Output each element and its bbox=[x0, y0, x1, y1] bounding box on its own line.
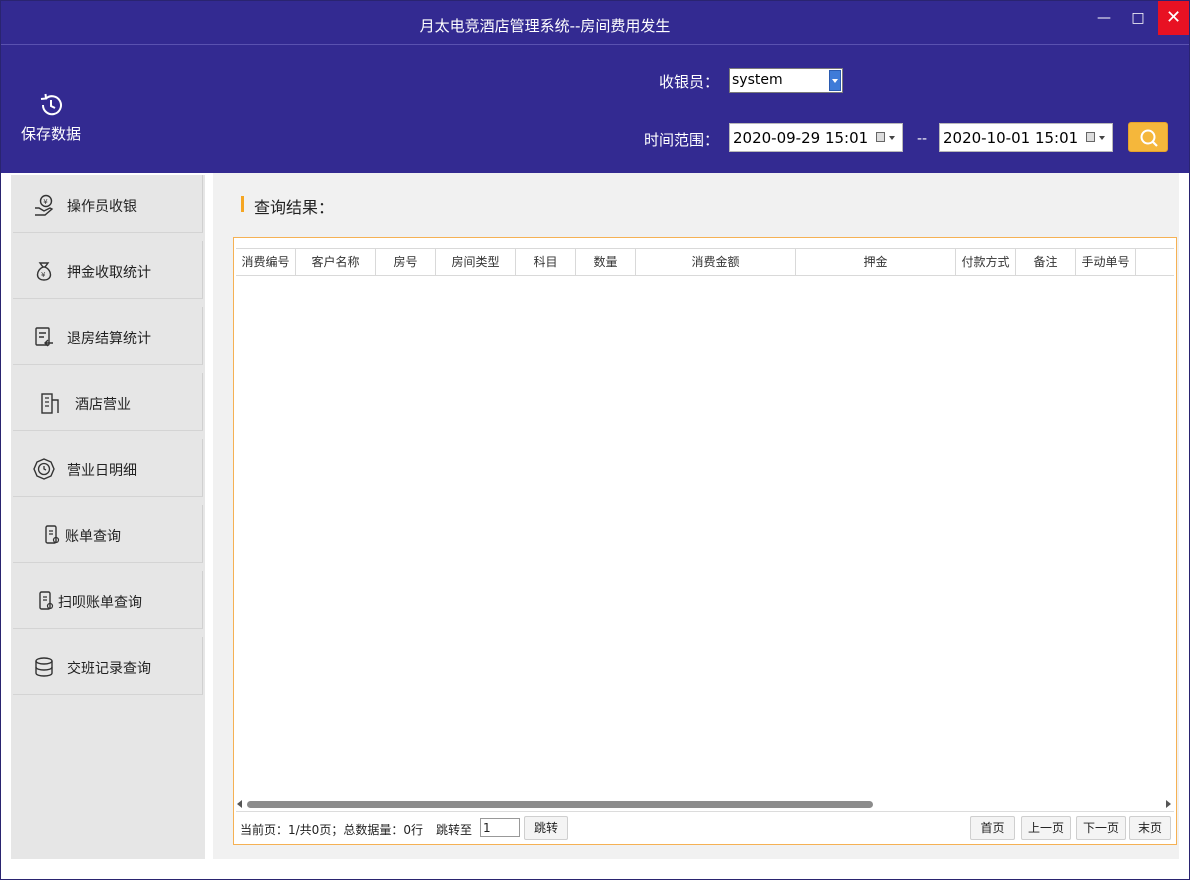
column-header[interactable]: 消费编号 bbox=[236, 249, 296, 276]
column-header[interactable]: 手动单号 bbox=[1076, 249, 1136, 276]
calendar-dropdown-icon[interactable] bbox=[1086, 132, 1106, 144]
sidebar-menu: ¥ 操作员收银 ¥ 押金收取统计 退房结算统计 酒店营业 营业日明细 账单查询 … bbox=[11, 175, 205, 859]
svg-text:¥: ¥ bbox=[43, 198, 48, 206]
column-header[interactable]: 备注 bbox=[1016, 249, 1076, 276]
column-header[interactable]: 押金 bbox=[796, 249, 956, 276]
column-header[interactable]: 房间类型 bbox=[436, 249, 516, 276]
jump-button[interactable]: 跳转 bbox=[524, 816, 568, 840]
sidebar-item-label: 退房结算统计 bbox=[67, 331, 151, 347]
close-button[interactable]: ✕ bbox=[1158, 1, 1189, 35]
sidebar-item-label: 押金收取统计 bbox=[67, 265, 151, 281]
hand-yen-icon: ¥ bbox=[35, 194, 54, 216]
main-panel: 查询结果： 消费编号 客户名称 房号 房间类型 科目 数量 消费金额 押金 付款… bbox=[213, 173, 1179, 859]
cashier-value: system bbox=[732, 72, 783, 88]
prev-page-button[interactable]: 上一页 bbox=[1021, 816, 1071, 840]
column-header[interactable]: 消费金额 bbox=[636, 249, 796, 276]
save-data-label: 保存数据 bbox=[20, 125, 81, 143]
page-info: 当前页：1/共0页；总数据量：0行 bbox=[240, 823, 423, 837]
query-result-title: 查询结果： bbox=[254, 198, 335, 217]
sidebar-item-label: 交班记录查询 bbox=[67, 661, 151, 677]
jump-page-input[interactable]: 1 bbox=[480, 818, 520, 837]
column-header[interactable]: 客户名称 bbox=[296, 249, 376, 276]
search-button[interactable] bbox=[1128, 122, 1168, 152]
horizontal-scrollbar[interactable] bbox=[236, 797, 1174, 811]
money-bag-icon: ¥ bbox=[36, 262, 52, 281]
svg-text:¥: ¥ bbox=[41, 271, 46, 279]
calendar-dropdown-icon[interactable] bbox=[876, 132, 896, 144]
cashier-label: 收银员： bbox=[659, 73, 720, 91]
sidebar-item-label: 扫呗账单查询 bbox=[58, 595, 142, 611]
time-range-label: 时间范围： bbox=[644, 131, 720, 149]
table-header: 消费编号 客户名称 房号 房间类型 科目 数量 消费金额 押金 付款方式 备注 … bbox=[236, 248, 1174, 276]
sidebar-item-scan-bill-query[interactable]: 扫呗账单查询 bbox=[13, 571, 203, 629]
minimize-button[interactable]: — bbox=[1089, 1, 1119, 35]
jump-to-label: 跳转至 bbox=[436, 823, 473, 837]
scroll-left-icon[interactable] bbox=[237, 800, 242, 808]
scan-bill-icon bbox=[39, 591, 54, 610]
column-header[interactable]: 科目 bbox=[516, 249, 576, 276]
app-window: 月太电竞酒店管理系统--房间费用发生 — □ ✕ 保存数据 收银员： syste… bbox=[0, 0, 1190, 880]
search-icon bbox=[1140, 129, 1158, 147]
first-page-button[interactable]: 首页 bbox=[970, 816, 1015, 840]
save-data-button[interactable]: 保存数据 bbox=[13, 91, 89, 144]
sidebar-item-shift-records[interactable]: 交班记录查询 bbox=[13, 637, 203, 695]
building-icon bbox=[41, 393, 59, 414]
database-icon bbox=[35, 657, 53, 677]
start-datetime-picker[interactable]: 2020-09-29 15:01 bbox=[729, 123, 903, 152]
column-header[interactable]: 付款方式 bbox=[956, 249, 1016, 276]
scroll-right-icon[interactable] bbox=[1166, 800, 1171, 808]
header-bar: 月太电竞酒店管理系统--房间费用发生 — □ ✕ 保存数据 收银员： syste… bbox=[1, 1, 1189, 173]
bill-return-icon bbox=[35, 327, 53, 347]
chevron-down-icon[interactable] bbox=[829, 70, 841, 91]
phone-bill-icon bbox=[45, 525, 60, 544]
sidebar: ¥ 操作员收银 ¥ 押金收取统计 退房结算统计 酒店营业 营业日明细 账单查询 … bbox=[1, 173, 211, 879]
cashier-select[interactable]: system bbox=[729, 68, 843, 93]
result-table: 消费编号 客户名称 房号 房间类型 科目 数量 消费金额 押金 付款方式 备注 … bbox=[233, 237, 1177, 845]
sidebar-item-operator-cashier[interactable]: ¥ 操作员收银 bbox=[13, 175, 203, 233]
sidebar-item-daily-detail[interactable]: 营业日明细 bbox=[13, 439, 203, 497]
history-icon bbox=[40, 93, 62, 116]
section-accent-bar bbox=[241, 196, 244, 212]
window-title: 月太电竞酒店管理系统--房间费用发生 bbox=[419, 17, 671, 35]
scrollbar-thumb[interactable] bbox=[247, 801, 873, 808]
column-header[interactable]: 房号 bbox=[376, 249, 436, 276]
sidebar-item-label: 营业日明细 bbox=[67, 463, 137, 479]
sidebar-item-deposit-stats[interactable]: ¥ 押金收取统计 bbox=[13, 241, 203, 299]
end-datetime-picker[interactable]: 2020-10-01 15:01 bbox=[939, 123, 1113, 152]
sidebar-item-checkout-stats[interactable]: 退房结算统计 bbox=[13, 307, 203, 365]
pagination-bar: 当前页：1/共0页；总数据量：0行 跳转至 1 跳转 首页 上一页 下一页 末页 bbox=[236, 811, 1174, 843]
last-page-button[interactable]: 末页 bbox=[1129, 816, 1171, 840]
end-datetime-value: 2020-10-01 15:01 bbox=[943, 129, 1079, 147]
start-datetime-value: 2020-09-29 15:01 bbox=[733, 129, 869, 147]
sidebar-item-label: 操作员收银 bbox=[67, 199, 137, 215]
sidebar-item-label: 账单查询 bbox=[65, 529, 121, 545]
sidebar-item-label: 酒店营业 bbox=[75, 397, 131, 413]
column-header[interactable]: 数量 bbox=[576, 249, 636, 276]
sidebar-item-bill-query[interactable]: 账单查询 bbox=[13, 505, 203, 563]
clock-badge-icon bbox=[33, 458, 55, 480]
maximize-button[interactable]: □ bbox=[1123, 1, 1153, 35]
header-divider bbox=[1, 44, 1189, 45]
range-separator: -- bbox=[917, 131, 928, 147]
sidebar-item-hotel-business[interactable]: 酒店营业 bbox=[13, 373, 203, 431]
next-page-button[interactable]: 下一页 bbox=[1076, 816, 1126, 840]
